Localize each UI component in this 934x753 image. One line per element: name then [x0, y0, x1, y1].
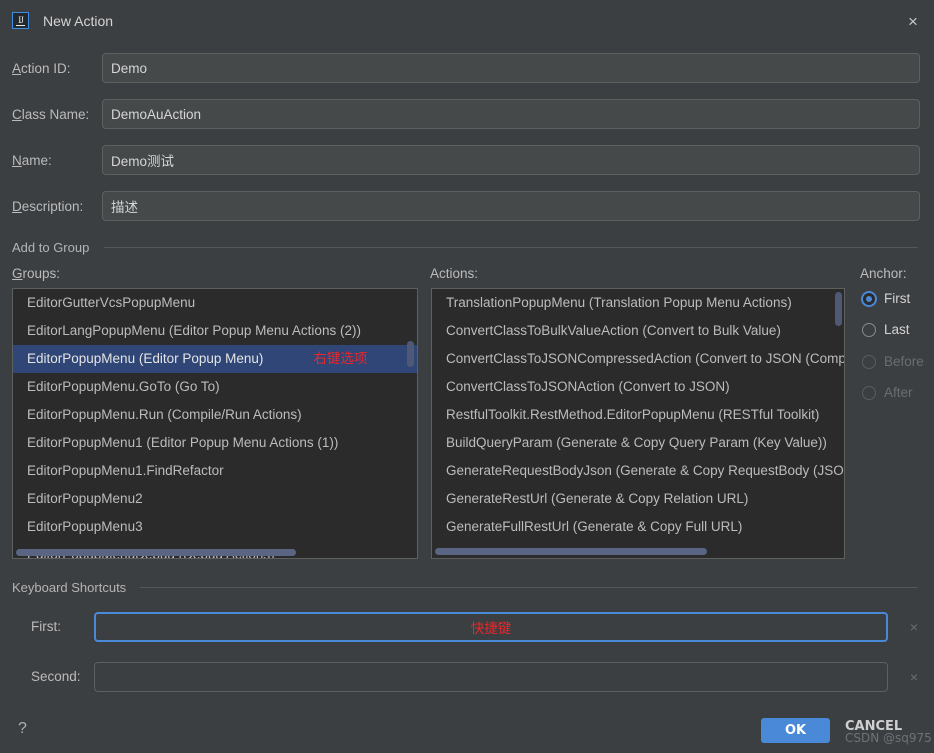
- group-list-item-label: EditorPopupMenu1.FindRefactor: [27, 463, 224, 478]
- action-list-item[interactable]: RestfulToolkit.RestMethod.EditorPopupMen…: [432, 401, 844, 429]
- second-shortcut-label: Second:: [31, 669, 81, 684]
- group-list-item-label: EditorPopupMenu.Run (Compile/Run Actions…: [27, 407, 302, 422]
- group-list-item[interactable]: EditorGutterVcsPopupMenu: [13, 289, 417, 317]
- action-list-item[interactable]: GenerateRestUrl (Generate & Copy Relatio…: [432, 485, 844, 513]
- name-input[interactable]: Demo测试: [102, 145, 920, 175]
- new-action-dialog: IJ New Action × Action ID: Demo Class Na…: [0, 0, 934, 753]
- first-shortcut-clear-icon[interactable]: ×: [906, 619, 922, 635]
- group-list-item-label: EditorPopupMenu (Editor Popup Menu): [27, 351, 264, 366]
- action-list-item[interactable]: ConvertClassToBulkValueAction (Convert t…: [432, 317, 844, 345]
- group-list-item[interactable]: EditorLangPopupMenu (Editor Popup Menu A…: [13, 317, 417, 345]
- groups-list[interactable]: EditorGutterVcsPopupMenu EditorLangPopupM…: [12, 288, 418, 559]
- radio-button-icon: [862, 291, 876, 306]
- intellij-idea-icon: IJ: [12, 12, 29, 29]
- group-list-item-label: EditorGutterVcsPopupMenu: [27, 295, 196, 310]
- cancel-button[interactable]: CANCEL: [845, 719, 902, 734]
- close-icon[interactable]: ×: [900, 8, 926, 34]
- ok-button[interactable]: OK: [761, 718, 830, 743]
- first-shortcut-label: First:: [31, 619, 61, 634]
- anchor-radio-label: Last: [884, 322, 910, 337]
- group-list-item-label: EditorPopupMenu3: [27, 519, 143, 534]
- group-list-item-label: EditorPopupMenu2: [27, 491, 143, 506]
- action-id-input[interactable]: Demo: [102, 53, 920, 83]
- anchor-radio-label: First: [884, 291, 911, 306]
- groups-list-vertical-scrollbar[interactable]: [407, 341, 414, 367]
- keyboard-shortcuts-separator: [140, 587, 918, 588]
- anchor-radio-after: After: [862, 385, 913, 400]
- action-list-item[interactable]: TranslationPopupMenu (Translation Popup …: [432, 289, 844, 317]
- group-list-item[interactable]: EditorPopupMenu2: [13, 485, 417, 513]
- action-list-item[interactable]: ConvertClassToJSONAction (Convert to JSO…: [432, 373, 844, 401]
- group-list-item[interactable]: EditorPopupMenu3: [13, 513, 417, 541]
- group-selection-annotation: 右键选项: [313, 351, 368, 367]
- actions-label: Actions:: [430, 266, 479, 281]
- radio-button-icon: [862, 322, 876, 337]
- class-name-input[interactable]: DemoAuAction: [102, 99, 920, 129]
- action-list-item[interactable]: GenerateFullRestUrl (Generate & Copy Ful…: [432, 513, 844, 541]
- field-row-description: Description: 描述: [0, 191, 934, 221]
- radio-button-icon: [862, 385, 876, 400]
- action-id-label: Action ID:: [12, 60, 71, 76]
- actions-list-horizontal-scrollbar[interactable]: [435, 548, 707, 555]
- keyboard-shortcuts-section-title: Keyboard Shortcuts: [12, 580, 127, 595]
- group-list-item-label: EditorPopupMenu1 (Editor Popup Menu Acti…: [27, 435, 339, 450]
- anchor-radio-last[interactable]: Last: [862, 322, 910, 337]
- name-label: Name:: [12, 152, 52, 168]
- field-row-class-name: Class Name: DemoAuAction: [0, 99, 934, 129]
- radio-button-icon: [862, 354, 876, 369]
- actions-list[interactable]: TranslationPopupMenu (Translation Popup …: [431, 288, 845, 559]
- second-shortcut-input[interactable]: [94, 662, 888, 692]
- anchor-radio-before: Before: [862, 354, 924, 369]
- group-list-item[interactable]: EditorPopupMenu1 (Editor Popup Menu Acti…: [13, 429, 417, 457]
- second-shortcut-clear-icon[interactable]: ×: [906, 669, 922, 685]
- actions-list-vertical-scrollbar[interactable]: [835, 292, 842, 326]
- group-list-item[interactable]: EditorPopupMenu (Editor Popup Menu) 右键选项: [13, 345, 417, 373]
- description-input[interactable]: 描述: [102, 191, 920, 221]
- anchor-label: Anchor:: [860, 266, 907, 281]
- anchor-radio-first[interactable]: First: [862, 291, 910, 306]
- dialog-titlebar: IJ New Action ×: [0, 0, 934, 41]
- group-list-item-label: EditorLangPopupMenu (Editor Popup Menu A…: [27, 323, 361, 338]
- add-to-group-separator: [104, 247, 918, 248]
- action-list-item[interactable]: GenerateRequestBodyJson (Generate & Copy…: [432, 457, 844, 485]
- action-list-item[interactable]: ConvertClassToJSONCompressedAction (Conv…: [432, 345, 844, 373]
- first-shortcut-input[interactable]: 快捷键: [94, 612, 888, 642]
- description-label: Description:: [12, 198, 84, 214]
- group-list-item[interactable]: EditorPopupMenu.Run (Compile/Run Actions…: [13, 401, 417, 429]
- groups-label: Groups:: [12, 266, 61, 281]
- group-list-item-label: EditorPopupMenu.GoTo (Go To): [27, 379, 220, 394]
- group-list-item[interactable]: EditorPopupMenu1.FindRefactor: [13, 457, 417, 485]
- action-list-item[interactable]: BuildQueryParam (Generate & Copy Query P…: [432, 429, 844, 457]
- first-shortcut-annotation: 快捷键: [470, 621, 512, 637]
- field-row-name: Name: Demo测试: [0, 145, 934, 175]
- dialog-title: New Action: [43, 12, 114, 29]
- help-icon[interactable]: ?: [18, 720, 27, 738]
- class-name-label: Class Name:: [12, 106, 90, 122]
- anchor-radio-label: Before: [884, 354, 924, 369]
- field-row-action-id: Action ID: Demo: [0, 53, 934, 83]
- anchor-radio-label: After: [884, 385, 913, 400]
- group-list-item[interactable]: EditorPopupMenu.GoTo (Go To): [13, 373, 417, 401]
- add-to-group-section-title: Add to Group: [12, 240, 90, 255]
- groups-list-horizontal-scrollbar[interactable]: [16, 549, 296, 556]
